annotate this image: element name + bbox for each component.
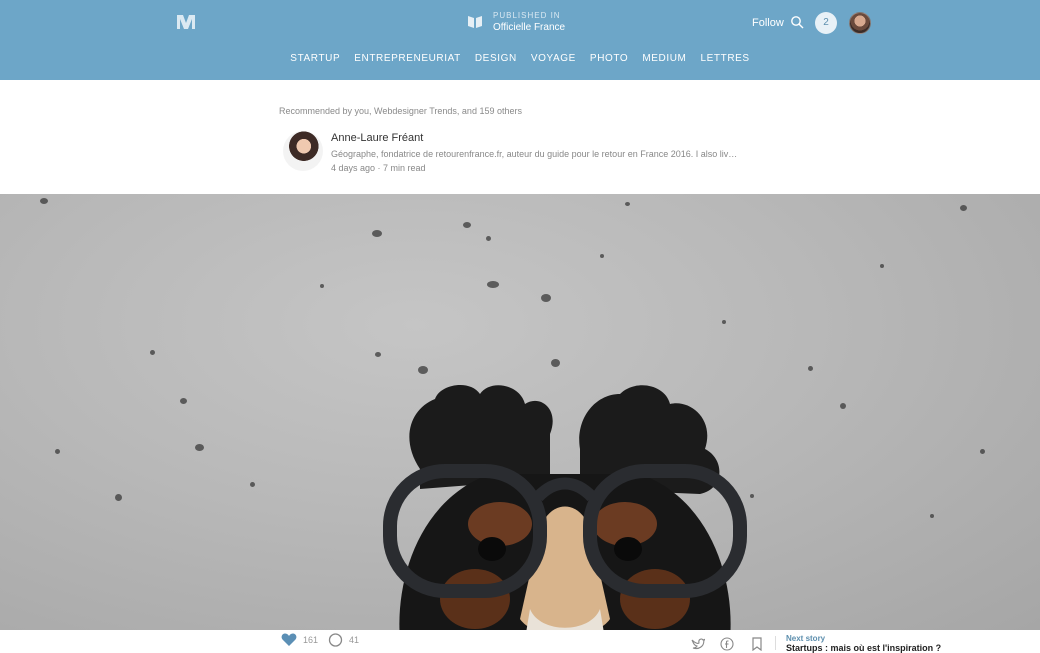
- next-story-label: Next story: [786, 634, 826, 643]
- like-count: 161: [303, 635, 319, 645]
- nav-item-photo[interactable]: PHOTO: [590, 53, 628, 64]
- article-meta: 4 days ago · 7 min read: [331, 163, 426, 173]
- next-story-title[interactable]: Startups : mais où est l'inspiration ?: [786, 643, 941, 653]
- nav-item-startup[interactable]: STARTUP: [290, 53, 340, 64]
- twitter-icon[interactable]: [691, 637, 705, 651]
- publication-badge[interactable]: PUBLISHED IN Officielle France: [467, 11, 565, 35]
- footer-divider: [775, 636, 776, 650]
- facebook-icon[interactable]: [720, 637, 734, 651]
- recommended-by: Recommended by you, Webdesigner Trends, …: [279, 106, 522, 116]
- heart-icon: [281, 633, 297, 646]
- author-avatar[interactable]: [283, 131, 323, 171]
- publication-name[interactable]: Officielle France: [493, 21, 565, 35]
- nav-item-entrepreneuriat[interactable]: ENTREPRENEURIAT: [354, 53, 461, 64]
- nav-item-design[interactable]: DESIGN: [475, 53, 517, 64]
- dog-with-glasses-illustration: [383, 384, 747, 630]
- top-bar: PUBLISHED IN Officielle France Follow 2 …: [0, 0, 1040, 80]
- bookmark-icon[interactable]: [750, 637, 764, 651]
- comment-count: 41: [349, 635, 360, 645]
- hero-image: [0, 194, 1040, 630]
- notifications-badge[interactable]: 2: [815, 12, 837, 34]
- publication-nav: STARTUP ENTREPRENEURIAT DESIGN VOYAGE PH…: [0, 53, 1040, 64]
- nav-item-lettres[interactable]: LETTRES: [700, 53, 749, 64]
- author-name[interactable]: Anne-Laure Fréant: [331, 132, 423, 144]
- follow-button[interactable]: Follow: [752, 17, 784, 29]
- author-bio: Géographe, fondatrice de retourenfrance.…: [331, 149, 738, 159]
- nav-item-voyage[interactable]: VOYAGE: [531, 53, 576, 64]
- search-icon[interactable]: [790, 15, 804, 29]
- comment-icon: [328, 633, 343, 647]
- publication-label: PUBLISHED IN: [493, 11, 561, 20]
- user-avatar[interactable]: [849, 12, 871, 34]
- like-button[interactable]: 161: [281, 633, 318, 647]
- comment-button[interactable]: 41: [328, 633, 359, 647]
- medium-logo-icon[interactable]: [175, 13, 197, 31]
- nav-item-medium[interactable]: MEDIUM: [642, 53, 686, 64]
- publication-icon: [468, 16, 482, 28]
